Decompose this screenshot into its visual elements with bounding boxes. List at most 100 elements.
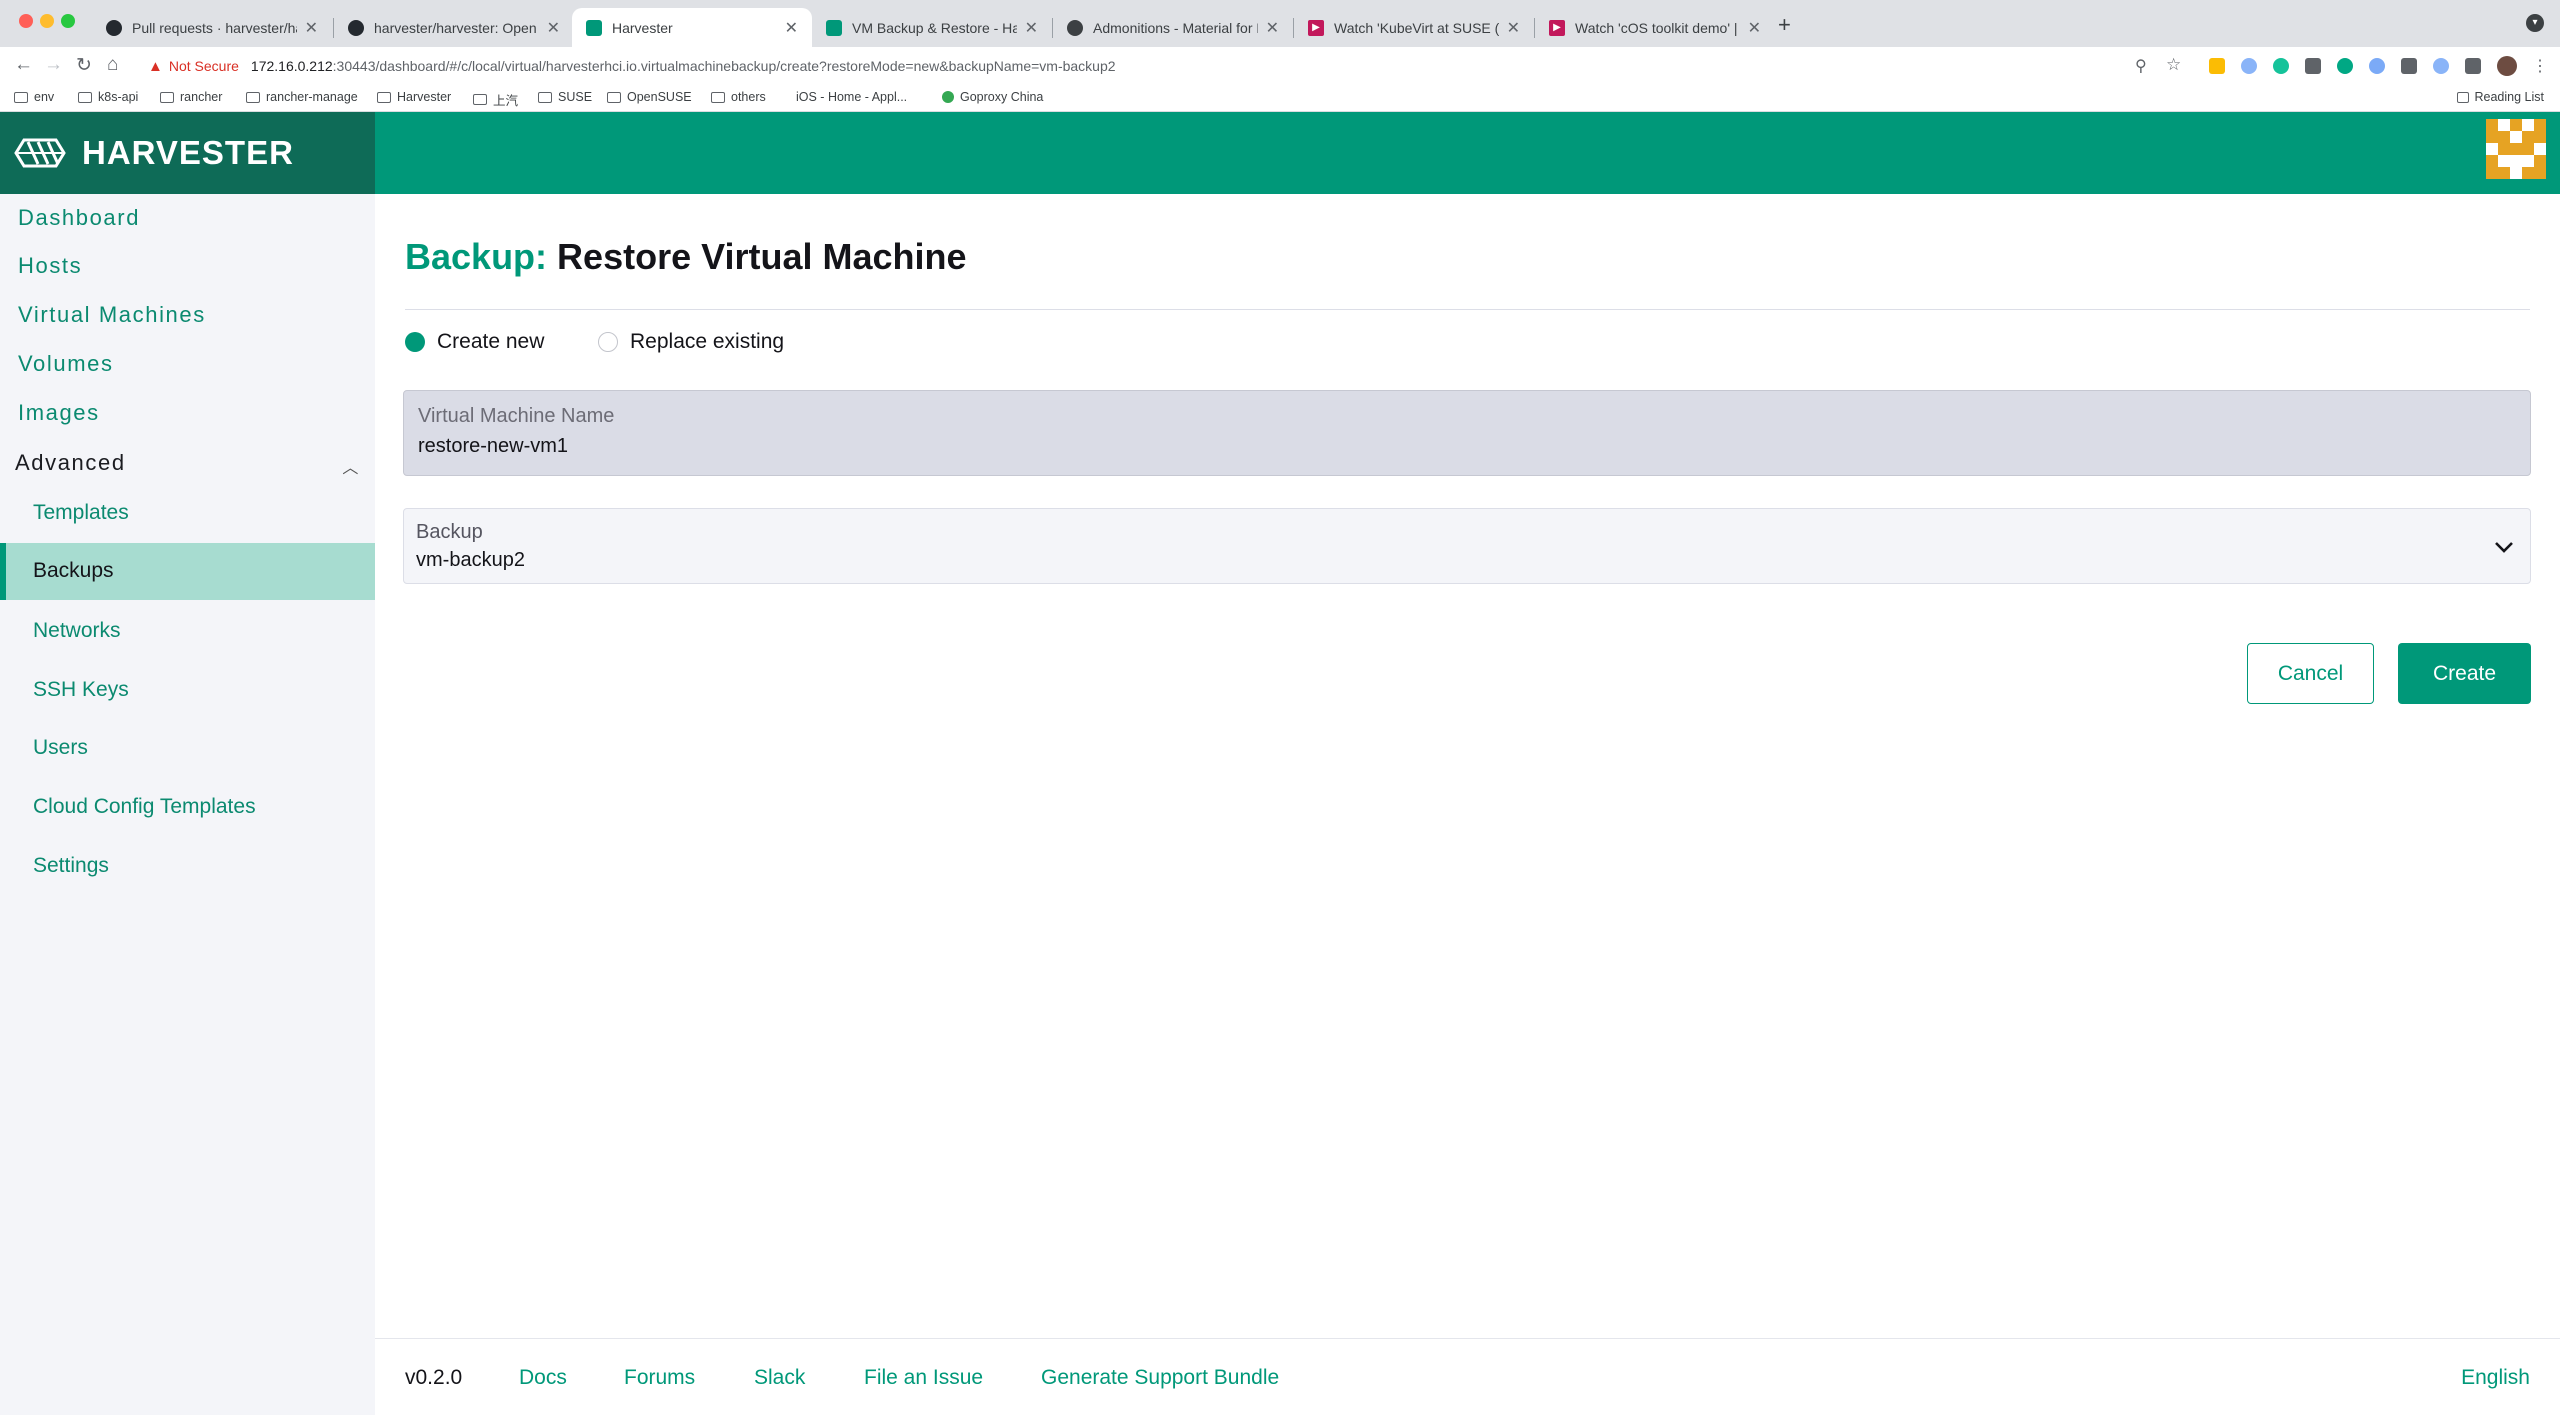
folder-icon	[538, 91, 552, 103]
tab-close-icon[interactable]: ✕	[1507, 18, 1520, 38]
extension-icon[interactable]	[2369, 58, 2385, 74]
sidebar-item-networks[interactable]: Networks	[33, 619, 121, 643]
folder-icon	[607, 91, 621, 103]
bookmark-folder[interactable]: OpenSUSE	[607, 90, 692, 104]
bookmarks-bar: env k8s-api rancher rancher-manage Harve…	[0, 85, 2560, 112]
footer-link-support-bundle[interactable]: Generate Support Bundle	[1041, 1366, 1279, 1390]
browser-tab[interactable]: ▶ Watch 'KubeVirt at SUSE (Jim ✕	[1294, 8, 1534, 47]
backup-selected-value: vm-backup2	[416, 549, 525, 571]
backup-select[interactable]: Backup vm-backup2	[403, 508, 2531, 584]
backup-label: Backup	[416, 521, 483, 543]
version-label: v0.2.0	[405, 1366, 463, 1389]
tab-close-icon[interactable]: ✕	[305, 18, 318, 38]
tab-close-icon[interactable]: ✕	[1025, 18, 1038, 38]
brand-name: HARVESTER	[82, 134, 294, 171]
bookmark-folder[interactable]: others	[711, 90, 766, 104]
footer-link-docs[interactable]: Docs	[519, 1366, 567, 1390]
sidebar-item-templates[interactable]: Templates	[33, 501, 129, 525]
sidebar-item-images[interactable]: Images	[18, 400, 100, 426]
sidebar-item-virtual-machines[interactable]: Virtual Machines	[18, 302, 206, 328]
extension-icon[interactable]	[2305, 58, 2321, 74]
extension-icon[interactable]	[2241, 58, 2257, 74]
radio-replace-existing[interactable]: Replace existing	[598, 330, 784, 354]
footer-link-file-issue[interactable]: File an Issue	[864, 1366, 983, 1390]
sidebar-item-volumes[interactable]: Volumes	[18, 351, 114, 377]
github-icon	[348, 19, 364, 36]
browser-tab[interactable]: harvester/harvester: Open sou ✕	[334, 8, 574, 47]
vm-name-field[interactable]: Virtual Machine Name	[403, 390, 2531, 476]
bookmark-folder[interactable]: k8s-api	[78, 90, 138, 104]
create-button[interactable]: Create	[2398, 643, 2531, 704]
page-title-resource[interactable]: Backup:	[405, 236, 547, 277]
bookmark-folder[interactable]: Harvester	[377, 90, 451, 104]
sidebar-item-users[interactable]: Users	[33, 736, 88, 760]
cancel-button[interactable]: Cancel	[2247, 643, 2374, 704]
folder-icon	[246, 91, 260, 103]
footer: v0.2.0 Docs Forums Slack File an Issue G…	[375, 1338, 2560, 1415]
sidebar-item-settings[interactable]: Settings	[33, 854, 109, 878]
bookmark-link[interactable]: Goproxy China	[942, 90, 1043, 104]
vm-name-label: Virtual Machine Name	[418, 405, 615, 427]
grammarly-icon[interactable]	[2273, 58, 2289, 74]
sidebar-item-cloud-config-templates[interactable]: Cloud Config Templates	[33, 795, 256, 819]
tab-close-icon[interactable]: ✕	[785, 18, 798, 38]
brand-header[interactable]: HARVESTER	[0, 112, 375, 194]
browser-menu-icon[interactable]: ⋮	[2532, 56, 2548, 76]
url-field[interactable]: ▲ Not Secure 172.16.0.212:30443/dashboar…	[148, 51, 2188, 81]
browser-tab[interactable]: ▶ Watch 'cOS toolkit demo' | Mic ✕	[1535, 8, 1775, 47]
sidebar-group-advanced[interactable]: Advanced ︿	[15, 450, 360, 478]
extension-icon[interactable]	[2337, 58, 2353, 74]
vm-name-input[interactable]	[418, 431, 2508, 461]
browser-tab[interactable]: VM Backup & Restore - Harve ✕	[812, 8, 1052, 47]
back-icon[interactable]: ←	[14, 54, 33, 76]
divider	[405, 309, 2530, 310]
language-selector[interactable]: English	[2461, 1366, 2530, 1390]
address-bar: ← → ↻ ⌂ ▲ Not Secure 172.16.0.212:30443/…	[0, 47, 2560, 85]
sidebar-item-label: Backups	[33, 559, 114, 582]
folder-icon	[78, 91, 92, 103]
bookmark-folder[interactable]: rancher-manage	[246, 90, 358, 104]
bookmark-folder[interactable]: env	[14, 90, 54, 104]
bookmark-folder[interactable]: 上汽	[473, 90, 518, 109]
extension-icon[interactable]	[2209, 58, 2225, 74]
bookmark-folder[interactable]: rancher	[160, 90, 222, 104]
bookmark-star-icon[interactable]: ☆	[2166, 55, 2181, 75]
browser-tab[interactable]: Pull requests · harvester/harve ✕	[92, 8, 332, 47]
tab-search-icon[interactable]: ▾	[2526, 14, 2544, 32]
window-zoom-icon[interactable]	[61, 14, 75, 28]
chevron-up-icon: ︿	[342, 460, 360, 477]
extensions-puzzle-icon[interactable]	[2465, 58, 2481, 74]
browser-tab-active[interactable]: Harvester ✕	[572, 8, 812, 47]
home-icon[interactable]: ⌂	[107, 54, 118, 76]
reload-icon[interactable]: ↻	[76, 54, 92, 77]
sidebar-item-dashboard[interactable]: Dashboard	[18, 205, 140, 231]
play-icon: ▶	[1308, 19, 1324, 36]
bookmark-folder[interactable]: SUSE	[538, 90, 592, 104]
user-avatar[interactable]	[2486, 119, 2546, 179]
github-icon	[106, 19, 122, 36]
forward-icon[interactable]: →	[44, 54, 63, 76]
tab-close-icon[interactable]: ✕	[1266, 18, 1279, 38]
top-header-bar	[375, 112, 2560, 194]
bookmark-link[interactable]: iOS - Home - Appl...	[790, 90, 907, 104]
harvester-icon	[826, 19, 842, 36]
reading-list[interactable]: Reading List	[2456, 90, 2544, 104]
sidebar-item-backups[interactable]: Backups	[0, 543, 375, 600]
footer-link-slack[interactable]: Slack	[754, 1366, 805, 1390]
extension-icon[interactable]	[2433, 58, 2449, 74]
footer-link-forums[interactable]: Forums	[624, 1366, 695, 1390]
sidebar-item-hosts[interactable]: Hosts	[18, 253, 82, 279]
profile-avatar-icon[interactable]	[2497, 56, 2517, 76]
window-minimize-icon[interactable]	[40, 14, 54, 28]
tab-close-icon[interactable]: ✕	[1748, 18, 1761, 38]
warning-icon: ▲	[148, 57, 163, 75]
extension-icon[interactable]	[2401, 58, 2417, 74]
window-close-icon[interactable]	[19, 14, 33, 28]
radio-create-new[interactable]: Create new	[405, 330, 544, 354]
new-tab-icon[interactable]: +	[1778, 12, 1791, 38]
zoom-icon[interactable]: ⚲	[2135, 56, 2147, 76]
harvester-logo-icon	[14, 138, 66, 168]
browser-tab[interactable]: Admonitions - Material for MkD ✕	[1053, 8, 1293, 47]
tab-close-icon[interactable]: ✕	[547, 18, 560, 38]
sidebar-item-ssh-keys[interactable]: SSH Keys	[33, 678, 129, 702]
